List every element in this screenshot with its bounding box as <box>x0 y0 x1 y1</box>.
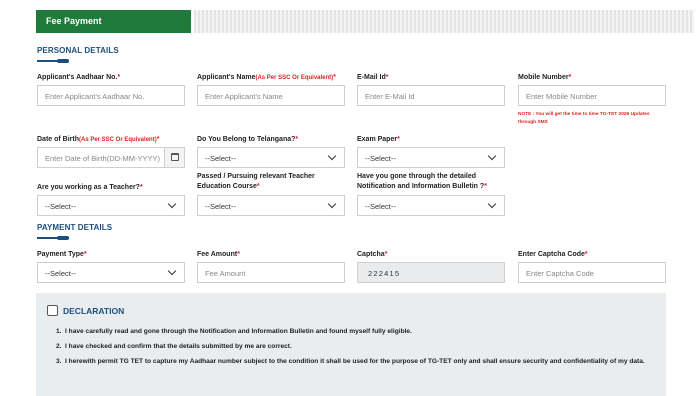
exam-paper-label: Exam Paper* <box>357 136 400 143</box>
declaration-checkbox[interactable] <box>47 305 58 316</box>
payment-details-title: PAYMENT DETAILS <box>37 223 113 232</box>
declaration-list: 1. I have carefully read and gone through… <box>56 326 656 371</box>
email-label: E-Mail Id* <box>357 74 389 81</box>
dob-input[interactable]: Enter Date of Birth(DD-MM-YYYY) <box>37 147 185 168</box>
dob-label: Date of Birth(As Per SSC Or Equivalent)* <box>37 136 160 143</box>
bulletin-select-value: --Select-- <box>365 202 396 211</box>
bulletin-select[interactable]: --Select-- <box>357 195 505 216</box>
captcha-display: 222415 <box>357 262 505 283</box>
personal-details-title: PERSONAL DETAILS <box>37 46 119 55</box>
declaration-item: 2. I have checked and confirm that the de… <box>56 343 292 350</box>
payment-type-select[interactable]: --Select-- <box>37 262 185 283</box>
tab-fee-payment[interactable]: Fee Payment <box>36 10 191 33</box>
aadhaar-label: Applicant's Aadhaar No.* <box>37 74 121 81</box>
section-underline <box>37 59 69 63</box>
captcha-label: Captcha* <box>357 251 388 258</box>
tab-strip: Fee Payment <box>36 10 694 33</box>
declaration-item: 1. I have carefully read and gone through… <box>56 328 412 335</box>
teacher-select[interactable]: --Select-- <box>37 195 185 216</box>
chevron-down-icon <box>167 266 177 276</box>
exam-paper-select-value: --Select-- <box>365 154 396 163</box>
email-input[interactable]: Enter E-Mail Id <box>357 85 505 106</box>
declaration-title: DECLARATION <box>63 306 125 316</box>
fee-amount-input[interactable]: Fee Amount <box>197 262 345 283</box>
chevron-down-icon <box>487 151 497 161</box>
name-label: Applicant's Name(As Per SSC Or Equivalen… <box>197 74 336 81</box>
section-underline <box>37 236 69 240</box>
chevron-down-icon <box>327 199 337 209</box>
captcha-code-input[interactable]: Enter Captcha Code <box>518 262 666 283</box>
fee-amount-label: Fee Amount* <box>197 251 240 258</box>
chevron-down-icon <box>487 199 497 209</box>
exam-paper-select[interactable]: --Select-- <box>357 147 505 168</box>
mobile-label: Mobile Number* <box>518 74 572 81</box>
calendar-button[interactable] <box>164 148 184 167</box>
teacher-select-value: --Select-- <box>45 202 76 211</box>
teacher-label: Are you working as a Teacher?* <box>37 184 143 191</box>
calendar-icon <box>171 153 179 161</box>
telangana-select[interactable]: --Select-- <box>197 147 345 168</box>
mobile-sms-note: NOTE : You will get the time to time TG-… <box>518 112 650 125</box>
dob-placeholder: Enter Date of Birth(DD-MM-YYYY) <box>45 154 161 163</box>
chevron-down-icon <box>327 151 337 161</box>
captcha-code-label: Enter Captcha Code* <box>518 251 588 258</box>
chevron-down-icon <box>167 199 177 209</box>
telangana-label: Do You Belong to Telangana?* <box>197 136 299 143</box>
payment-type-label: Payment Type* <box>37 251 87 258</box>
bulletin-label: Have you gone through the detailed Notifi… <box>357 173 487 190</box>
name-input[interactable]: Enter Applicant's Name <box>197 85 345 106</box>
aadhaar-input[interactable]: Enter Applicant's Aadhaar No. <box>37 85 185 106</box>
declaration-panel: DECLARATION 1. I have carefully read and … <box>36 293 666 396</box>
payment-type-select-value: --Select-- <box>45 269 76 278</box>
tab-strip-filler <box>194 10 694 33</box>
declaration-item: 3. I herewith permit TG TET to capture my… <box>56 358 645 365</box>
mobile-input[interactable]: Enter Mobile Number <box>518 85 666 106</box>
course-label: Passed / Pursuing relevant Teacher Educat… <box>197 173 315 190</box>
course-select-value: --Select-- <box>205 202 236 211</box>
telangana-select-value: --Select-- <box>205 154 236 163</box>
course-select[interactable]: --Select-- <box>197 195 345 216</box>
